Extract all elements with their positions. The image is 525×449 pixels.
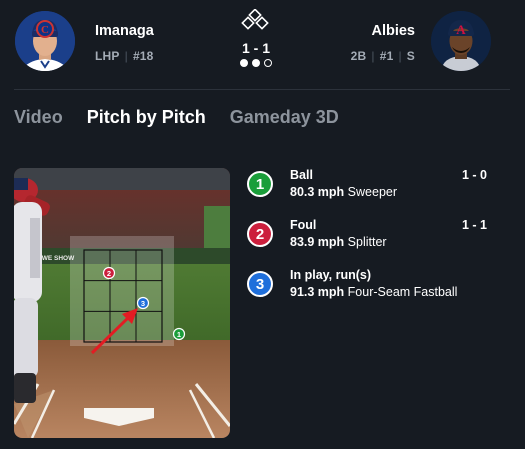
pitch-count: 1 - 0 [461, 168, 487, 182]
cubs-logo-letter: C [41, 24, 49, 36]
stands-upper [14, 168, 230, 190]
braves-logo-letter: A [456, 22, 466, 37]
pitch-marker-label: 1 [177, 330, 181, 339]
pitch-detail: 91.3 mph Four-Seam Fastball [290, 285, 457, 299]
braves-logo-icon: A [456, 22, 466, 37]
pitch-marker-2[interactable]: 2 [102, 266, 116, 280]
batter-number: #1 [379, 49, 394, 63]
tab-gameday-3d[interactable]: Gameday 3D [230, 107, 339, 128]
batter-name[interactable]: Albies [371, 23, 415, 39]
pitcher-number: #18 [132, 49, 154, 63]
pitch-result: In play, run(s) [290, 268, 372, 282]
pitcher-headshot[interactable]: C [15, 11, 75, 71]
outs-indicator [236, 59, 276, 67]
batter-position: 2B [350, 49, 367, 63]
out-dot [240, 59, 248, 67]
broadcast-frame: BY LOWE SHOW 1 2 3 [14, 168, 230, 438]
pitch-number-badge: 2 [247, 221, 273, 247]
strike-zone-view[interactable]: BY LOWE SHOW 1 2 3 [14, 168, 230, 438]
pitch-row[interactable]: 2 Foul 1 - 1 83.9 mph Splitter [247, 218, 492, 268]
pitch-row[interactable]: 1 Ball 1 - 0 80.3 mph Sweeper [247, 168, 492, 218]
pitch-marker-3[interactable]: 3 [136, 296, 150, 310]
tab-video[interactable]: Video [14, 107, 63, 128]
pitch-detail: 80.3 mph Sweeper [290, 185, 397, 199]
pitch-row[interactable]: 3 In play, run(s) 91.3 mph Four-Seam Fas… [247, 268, 492, 318]
pitch-type: Four-Seam Fastball [347, 285, 458, 299]
pitcher-name[interactable]: Imanaga [95, 23, 154, 39]
bases-diamond-icon [241, 9, 269, 30]
batter-bats: S [406, 49, 415, 63]
zone-overlay [70, 236, 174, 346]
pitch-marker-label: 2 [107, 269, 111, 278]
pitch-list: 1 Ball 1 - 0 80.3 mph Sweeper 2 Foul 1 -… [247, 168, 492, 318]
pitch-speed: 83.9 mph [290, 235, 345, 249]
tab-pitch-by-pitch[interactable]: Pitch by Pitch [87, 107, 206, 128]
pitch-marker-label: 3 [141, 299, 145, 308]
header-divider [14, 89, 510, 90]
pitch-marker-1[interactable]: 1 [172, 327, 186, 341]
matchup-header: C Imanaga LHP | #18 1 - 1 Albies 2B | #1 | S A [0, 0, 525, 88]
meta-separator: | [371, 49, 375, 63]
batter-headshot[interactable]: A [431, 11, 491, 71]
pitcher-hand: LHP [95, 49, 120, 63]
meta-separator: | [398, 49, 402, 63]
pitcher-meta: LHP | #18 [95, 49, 154, 63]
ball-strike-count: 1 - 1 [241, 40, 270, 56]
pitch-number-badge: 3 [247, 271, 273, 297]
pitch-result: Ball [290, 168, 313, 182]
pitch-count: 1 - 1 [461, 218, 487, 232]
view-tabs: Video Pitch by Pitch Gameday 3D [14, 107, 339, 128]
pitch-type: Sweeper [347, 185, 398, 199]
pitch-speed: 80.3 mph [290, 185, 345, 199]
pitch-number-badge: 1 [247, 171, 273, 197]
pitch-speed: 91.3 mph [290, 285, 345, 299]
batter-avatar [431, 11, 491, 71]
pitch-type: Splitter [347, 235, 387, 249]
out-dot [264, 59, 272, 67]
cubs-logo-icon: C [36, 20, 54, 38]
out-dot [252, 59, 260, 67]
batter-meta: 2B | #1 | S [351, 49, 415, 63]
ivy-wall [204, 206, 230, 248]
meta-separator: | [124, 49, 128, 63]
pitch-result: Foul [290, 218, 317, 232]
pitch-detail: 83.9 mph Splitter [290, 235, 387, 249]
